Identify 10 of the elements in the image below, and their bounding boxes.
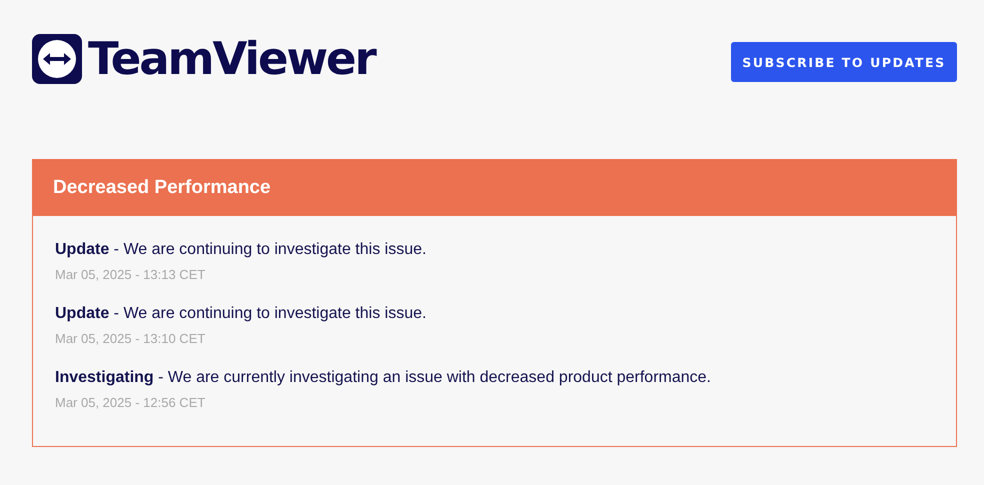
update-time: Mar 05, 2025 - 13:13 CET xyxy=(55,267,206,282)
update-message: Update - We are continuing to investigate this issue. xyxy=(55,304,428,324)
incident-title: Decreased Performance xyxy=(32,159,957,216)
update-time: Mar 05, 2025 - 13:10 CET xyxy=(55,331,206,346)
logo-icon xyxy=(32,34,82,84)
subscribe-button[interactable]: SUBSCRIBE TO UPDATES xyxy=(731,42,957,82)
update-message: Investigating - We are currently investigating an issue with decreased product performance. xyxy=(55,368,712,388)
update-message: Update - We are continuing to investigate this issue. xyxy=(55,240,428,260)
logo-text: TeamViewer xyxy=(88,36,375,81)
update-time: Mar 05, 2025 - 12:56 CET xyxy=(55,395,206,410)
